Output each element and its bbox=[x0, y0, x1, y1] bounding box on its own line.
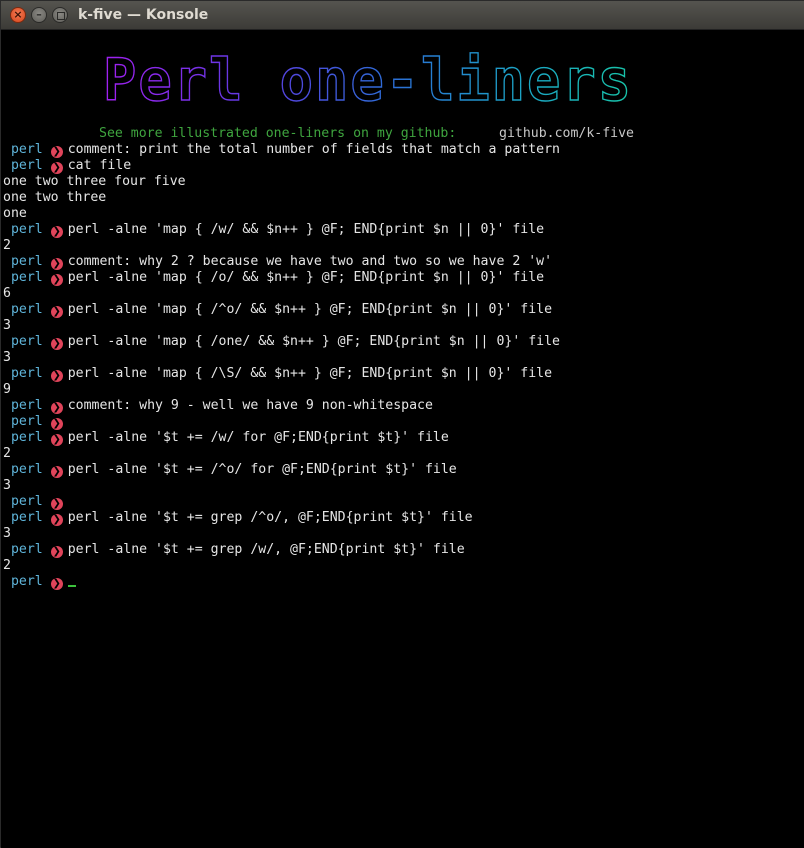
prompt-label: perl bbox=[3, 142, 43, 157]
minimize-button[interactable]: – bbox=[31, 7, 47, 23]
prompt-label: perl bbox=[3, 334, 43, 349]
output-line: 3 bbox=[3, 350, 11, 365]
prompt-label: perl bbox=[3, 574, 43, 589]
command-text: perl -alne '$t += /^o/ for @F;END{print … bbox=[67, 462, 457, 477]
prompt-arrow-icon: ❯ bbox=[50, 306, 63, 318]
prompt-line: perl ❯ perl -alne 'map { /o/ && $n++ } @F;… bbox=[3, 270, 544, 286]
prompt-line: perl ❯ perl -alne 'map { /w/ && $n++ } @F;… bbox=[3, 222, 544, 238]
command-text: cat file bbox=[67, 158, 132, 173]
prompt-arrow-icon: ❯ bbox=[50, 162, 63, 174]
prompt-label: perl bbox=[3, 414, 43, 429]
prompt-arrow-icon: ❯ bbox=[50, 578, 63, 590]
close-button[interactable]: × bbox=[10, 7, 26, 23]
prompt-label: perl bbox=[3, 510, 43, 525]
prompt-line: perl ❯ bbox=[3, 494, 68, 510]
prompt-label: perl bbox=[3, 302, 43, 317]
output-line: 3 bbox=[3, 526, 11, 541]
command-text: perl -alne 'map { /w/ && $n++ } @F; END{… bbox=[67, 222, 545, 237]
prompt-line: perl ❯ cat file bbox=[3, 158, 131, 174]
output-line: one two three four five bbox=[3, 174, 186, 189]
command-text: perl -alne 'map { /one/ && $n++ } @F; EN… bbox=[67, 334, 560, 349]
output-line: 2 bbox=[3, 238, 11, 253]
command-text: perl -alne '$t += grep /w/, @F;END{print… bbox=[67, 542, 465, 557]
output-line: 2 bbox=[3, 446, 11, 461]
prompt-line: perl ❯ perl -alne 'map { /^o/ && $n++ } @F… bbox=[3, 302, 552, 318]
prompt-arrow-icon: ❯ bbox=[50, 402, 63, 414]
maximize-button[interactable] bbox=[52, 7, 68, 23]
prompt-arrow-icon: ❯ bbox=[50, 146, 63, 158]
github-url[interactable]: github.com/k-five bbox=[499, 126, 634, 142]
command-text: comment: why 2 ? because we have two and… bbox=[67, 254, 553, 269]
prompt-arrow-icon: ❯ bbox=[50, 258, 63, 270]
output-line: 2 bbox=[3, 558, 11, 573]
prompt-arrow-icon: ❯ bbox=[50, 498, 63, 510]
prompt-label: perl bbox=[3, 366, 43, 381]
prompt-arrow-icon: ❯ bbox=[50, 434, 63, 446]
close-icon: × bbox=[13, 8, 23, 21]
command-text: perl -alne '$t += grep /^o/, @F;END{prin… bbox=[67, 510, 473, 525]
prompt-line: perl ❯ perl -alne 'map { /\S/ && $n++ } @F… bbox=[3, 366, 552, 382]
prompt-line: perl ❯ perl -alne '$t += /^o/ for @F;END{p… bbox=[3, 462, 457, 478]
output-line: one bbox=[3, 206, 27, 221]
prompt-label: perl bbox=[3, 398, 43, 413]
output-line: 9 bbox=[3, 382, 11, 397]
prompt-line: perl ❯ comment: why 2 ? because we have tw… bbox=[3, 254, 552, 270]
prompt-arrow-icon: ❯ bbox=[50, 274, 63, 286]
prompt-arrow-icon: ❯ bbox=[50, 338, 63, 350]
output-line: 3 bbox=[3, 478, 11, 493]
maximize-icon bbox=[57, 12, 65, 20]
command-text: comment: why 9 - well we have 9 non-whit… bbox=[67, 398, 433, 413]
command-text: perl -alne 'map { /o/ && $n++ } @F; END{… bbox=[67, 270, 545, 285]
prompt-line: perl ❯ perl -alne '$t += grep /^o/, @F;END… bbox=[3, 510, 473, 526]
prompt-label: perl bbox=[3, 254, 43, 269]
prompt-label: perl bbox=[3, 430, 43, 445]
command-text: perl -alne 'map { /^o/ && $n++ } @F; END… bbox=[67, 302, 553, 317]
prompt-arrow-icon: ❯ bbox=[50, 226, 63, 238]
prompt-line: perl ❯ perl -alne '$t += /w/ for @F;END{pr… bbox=[3, 430, 449, 446]
prompt-arrow-icon: ❯ bbox=[50, 466, 63, 478]
command-text: perl -alne 'map { /\S/ && $n++ } @F; END… bbox=[67, 366, 553, 381]
output-line: 6 bbox=[3, 286, 11, 301]
prompt-line: perl ❯ bbox=[3, 574, 76, 590]
prompt-label: perl bbox=[3, 462, 43, 477]
prompt-line: perl ❯ perl -alne '$t += grep /w/, @F;END{… bbox=[3, 542, 465, 558]
prompt-arrow-icon: ❯ bbox=[50, 514, 63, 526]
prompt-line: perl ❯ perl -alne 'map { /one/ && $n++ } @… bbox=[3, 334, 560, 350]
output-line: 3 bbox=[3, 318, 11, 333]
minimize-icon: – bbox=[36, 8, 42, 21]
banner-subtitle: See more illustrated one-liners on my gi… bbox=[99, 126, 457, 141]
prompt-line: perl ❯ comment: why 9 - well we have 9 non… bbox=[3, 398, 433, 414]
text-cursor[interactable] bbox=[67, 585, 76, 587]
terminal-area[interactable]: Perl one-liners See more illustrated one… bbox=[1, 30, 804, 848]
konsole-window: × – k-five — Konsole Perl one-liners See… bbox=[0, 0, 804, 848]
prompt-label: perl bbox=[3, 270, 43, 285]
prompt-arrow-icon: ❯ bbox=[50, 370, 63, 382]
prompt-arrow-icon: ❯ bbox=[50, 418, 63, 430]
command-text: comment: print the total number of field… bbox=[67, 142, 560, 157]
ascii-banner: Perl one-liners bbox=[102, 45, 633, 112]
prompt-arrow-icon: ❯ bbox=[50, 546, 63, 558]
title-bar[interactable]: × – k-five — Konsole bbox=[1, 1, 804, 30]
prompt-line: perl ❯ comment: print the total number of … bbox=[3, 142, 560, 158]
prompt-line: perl ❯ bbox=[3, 414, 68, 430]
command-text: perl -alne '$t += /w/ for @F;END{print $… bbox=[67, 430, 449, 445]
prompt-label: perl bbox=[3, 158, 43, 173]
window-title: k-five — Konsole bbox=[78, 7, 209, 23]
prompt-label: perl bbox=[3, 494, 43, 509]
banner-title: Perl one-liners bbox=[103, 46, 633, 112]
prompt-label: perl bbox=[3, 222, 43, 237]
prompt-label: perl bbox=[3, 542, 43, 557]
output-line: one two three bbox=[3, 190, 107, 205]
